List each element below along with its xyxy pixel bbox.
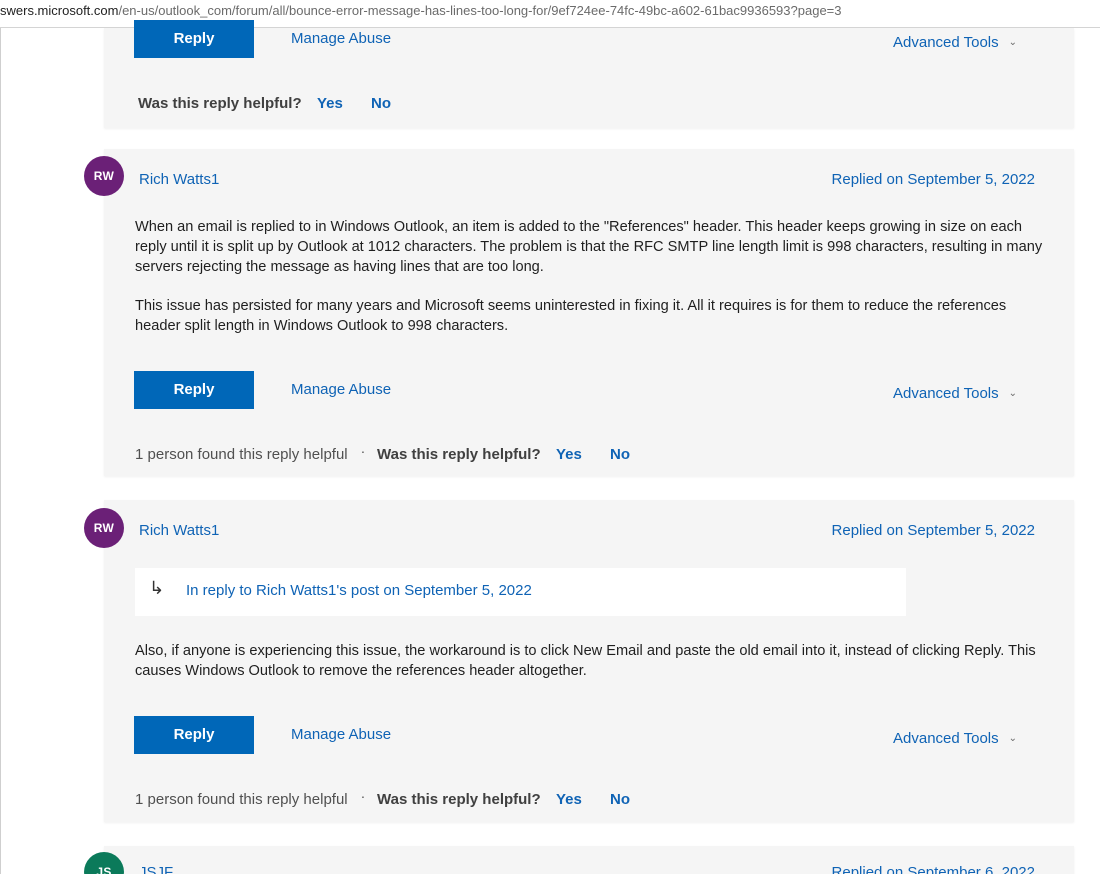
in-reply-to-link[interactable]: In reply to Rich Watts1's post on Septem…	[186, 582, 532, 599]
page-left-border	[0, 28, 1, 874]
reply-card: RW Rich Watts1 Replied on September 5, 2…	[84, 149, 1074, 476]
reply-paragraph: When an email is replied to in Windows O…	[135, 219, 1043, 275]
advanced-tools-label: Advanced Tools	[893, 730, 999, 747]
separator-dot: .	[361, 785, 365, 801]
reply-date-link[interactable]: Replied on September 5, 2022	[832, 522, 1035, 539]
reply-card: JS JSJF Replied on September 6, 2022	[84, 846, 1074, 874]
reply-paragraph: This issue has persisted for many years …	[135, 298, 1007, 334]
helpful-count: 1 person found this reply helpful	[135, 791, 348, 808]
url-host: swers.microsoft.com	[0, 3, 119, 18]
helpful-yes-button[interactable]: Yes	[556, 791, 582, 808]
chevron-down-icon: ⌄	[1008, 388, 1018, 399]
helpful-question: Was this reply helpful?	[377, 791, 541, 808]
reply-button[interactable]: Reply	[134, 716, 254, 754]
author-link[interactable]: Rich Watts1	[139, 522, 219, 539]
advanced-tools-dropdown[interactable]: Advanced Tools ⌄	[893, 730, 1017, 747]
reply-body: Also, if anyone is experiencing this iss…	[135, 641, 1045, 681]
helpful-yes-button[interactable]: Yes	[556, 446, 582, 463]
helpful-no-button[interactable]: No	[371, 95, 391, 112]
url-path: /en-us/outlook_com/forum/all/bounce-erro…	[118, 3, 842, 18]
in-reply-to-box[interactable]: ↳ In reply to Rich Watts1's post on Sept…	[135, 568, 906, 616]
helpful-question: Was this reply helpful?	[377, 446, 541, 463]
reply-date-link[interactable]: Replied on September 6, 2022	[832, 864, 1035, 874]
author-link[interactable]: JSJF	[139, 864, 173, 874]
chevron-down-icon: ⌄	[1008, 733, 1018, 744]
reply-paragraph: Also, if anyone is experiencing this iss…	[135, 643, 1036, 679]
manage-abuse-link[interactable]: Manage Abuse	[291, 30, 391, 47]
reply-arrow-icon: ↳	[149, 578, 165, 598]
author-link[interactable]: Rich Watts1	[139, 171, 219, 188]
manage-abuse-link[interactable]: Manage Abuse	[291, 381, 391, 398]
chevron-down-icon: ⌄	[1008, 37, 1018, 48]
reply-card: Reply Manage Abuse Advanced Tools ⌄ Was t…	[104, 20, 1074, 128]
manage-abuse-link[interactable]: Manage Abuse	[291, 726, 391, 743]
reply-card: RW Rich Watts1 Replied on September 5, 2…	[84, 500, 1074, 822]
reply-button[interactable]: Reply	[134, 20, 254, 58]
helpful-count: 1 person found this reply helpful	[135, 446, 348, 463]
advanced-tools-label: Advanced Tools	[893, 385, 999, 402]
reply-date-link[interactable]: Replied on September 5, 2022	[832, 171, 1035, 188]
reply-body: When an email is replied to in Windows O…	[135, 217, 1045, 336]
helpful-no-button[interactable]: No	[610, 791, 630, 808]
reply-button[interactable]: Reply	[134, 371, 254, 409]
helpful-yes-button[interactable]: Yes	[317, 95, 343, 112]
helpful-question: Was this reply helpful?	[138, 95, 302, 112]
avatar[interactable]: RW	[84, 156, 124, 196]
separator-dot: .	[361, 440, 365, 456]
avatar[interactable]: RW	[84, 508, 124, 548]
advanced-tools-dropdown[interactable]: Advanced Tools ⌄	[893, 385, 1017, 402]
advanced-tools-dropdown[interactable]: Advanced Tools ⌄	[893, 34, 1017, 51]
advanced-tools-label: Advanced Tools	[893, 34, 999, 51]
avatar[interactable]: JS	[84, 852, 124, 874]
helpful-no-button[interactable]: No	[610, 446, 630, 463]
